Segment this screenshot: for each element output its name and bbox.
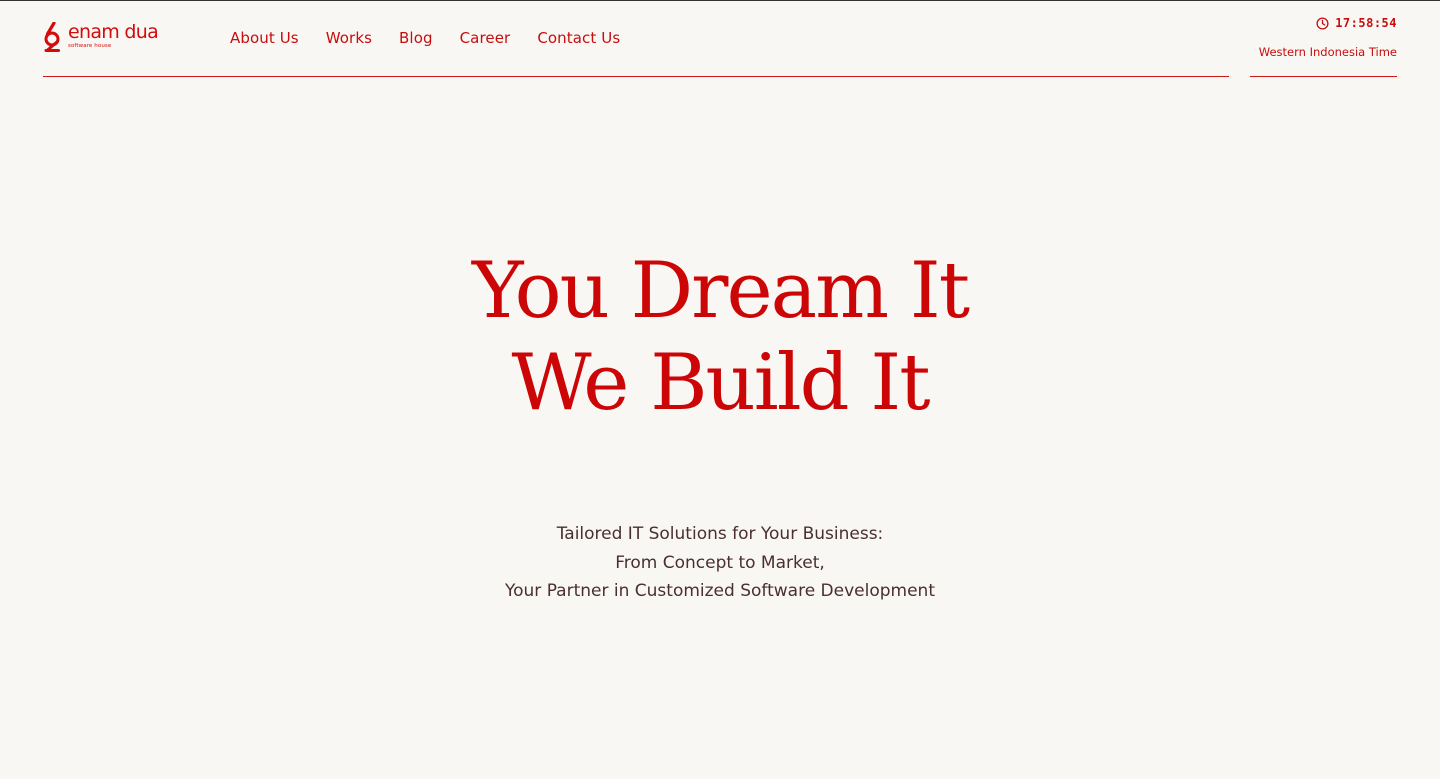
nav-item-works[interactable]: Works (326, 29, 372, 47)
logo-wordmark: enam dua software house (68, 21, 159, 49)
timezone-label: Western Indonesia Time (1258, 45, 1397, 59)
nav-item-about-us[interactable]: About Us (230, 29, 299, 47)
brand-tagline: software house (68, 43, 112, 49)
hero-heading: You Dream It We Build It (0, 245, 1440, 429)
subtitle-line-1: Tailored IT Solutions for Your Business: (556, 524, 884, 544)
nav-item-contact-us[interactable]: Contact Us (537, 29, 620, 47)
logo-six-icon (44, 22, 60, 52)
site-header: enam dua software house About Us Works B… (0, 0, 1440, 78)
clock-icon (1316, 16, 1329, 30)
subtitle-line-3: Your Partner in Customized Software Deve… (505, 581, 935, 601)
hero-subtitle: Tailored IT Solutions for Your Business:… (0, 520, 1440, 606)
hero-line-2: We Build It (511, 338, 930, 428)
nav-item-blog[interactable]: Blog (399, 29, 433, 47)
clock-widget: 17:58:54 (1316, 16, 1397, 30)
hero-line-1: You Dream It (471, 246, 970, 336)
main-nav: About Us Works Blog Career Contact Us (230, 29, 647, 47)
timezone-divider (1250, 76, 1397, 77)
nav-item-career[interactable]: Career (460, 29, 511, 47)
nav-divider (43, 76, 1229, 77)
clock-time: 17:58:54 (1335, 16, 1397, 30)
brand-logo[interactable]: enam dua software house (43, 21, 159, 52)
brand-name: enam dua (68, 21, 159, 43)
subtitle-line-2: From Concept to Market, (615, 552, 825, 573)
